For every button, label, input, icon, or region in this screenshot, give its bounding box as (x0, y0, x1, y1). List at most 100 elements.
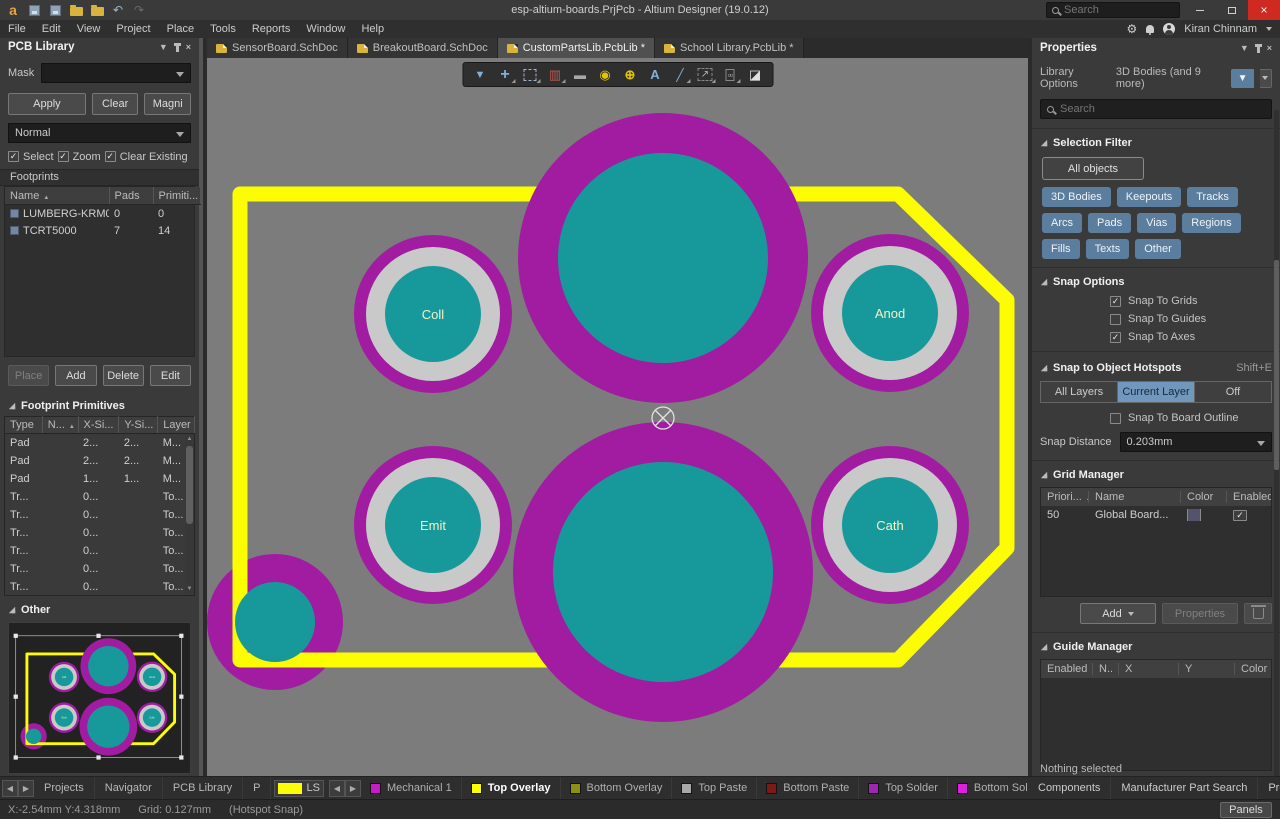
checkbox-icon[interactable] (1110, 332, 1121, 343)
scroll-up-icon[interactable]: ▲ (186, 435, 193, 444)
right-panel-tab[interactable]: Components (1028, 777, 1111, 799)
mask-dropdown[interactable] (41, 63, 191, 83)
column-name[interactable]: Name (5, 187, 109, 204)
column-layer[interactable]: Layer (158, 417, 195, 434)
edit-footprint-button[interactable]: Edit (150, 365, 191, 386)
checkbox-icon[interactable] (8, 151, 19, 162)
selection-filter-chip[interactable]: Tracks (1187, 187, 1238, 207)
column-x[interactable]: X (1119, 663, 1179, 675)
primitive-row[interactable]: Tr... 0... To... (5, 506, 195, 524)
save-all-icon[interactable] (48, 4, 62, 17)
menu-item[interactable]: File (0, 23, 34, 35)
column-n[interactable]: N... (42, 417, 78, 434)
selection-filter-chip[interactable]: Pads (1088, 213, 1131, 233)
hotspot-scope-segment[interactable]: Off (1195, 382, 1271, 402)
pad-emit[interactable]: Emit (354, 446, 512, 604)
pin-icon[interactable] (1257, 44, 1260, 53)
pad-icon[interactable] (593, 64, 617, 85)
column-ysize[interactable]: Y-Si... (119, 417, 158, 434)
open-folder-icon[interactable] (69, 4, 83, 17)
all-objects-button[interactable]: All objects (1042, 157, 1144, 180)
board-insight-icon[interactable] (543, 64, 567, 85)
component-icon[interactable] (568, 64, 592, 85)
column-pads[interactable]: Pads (109, 187, 153, 204)
column-y[interactable]: Y (1179, 663, 1235, 675)
panel-tab[interactable]: PCB Library (163, 777, 243, 799)
footprints-header[interactable]: Footprints (0, 169, 199, 187)
redo-icon[interactable]: ↷ (132, 4, 146, 17)
pcb-canvas[interactable]: Coll Anod Emit Cath (207, 58, 1028, 776)
layer-tabs-left-icon[interactable]: ◀ (329, 780, 345, 797)
snap-options-header[interactable]: Snap Options (1040, 276, 1272, 288)
undo-icon[interactable]: ↶ (111, 4, 125, 17)
board-outline-checkbox[interactable]: Snap To Board Outline (1110, 412, 1280, 424)
column-n[interactable]: N.. (1093, 663, 1119, 675)
notifications-icon[interactable] (1146, 25, 1154, 33)
document-tab[interactable]: CustomPartsLib.PcbLib * (498, 38, 655, 58)
selection-filter-chip[interactable]: Vias (1137, 213, 1176, 233)
add-grid-button[interactable]: Add (1080, 603, 1156, 624)
checkbox-icon[interactable] (105, 151, 116, 162)
magnify-button[interactable]: Magni (144, 93, 191, 115)
via-icon[interactable] (618, 64, 642, 85)
menu-item[interactable]: Tools (202, 23, 244, 35)
save-icon[interactable] (27, 4, 41, 17)
layer-tab[interactable]: Top Paste (672, 777, 757, 799)
checkbox-icon[interactable] (58, 151, 69, 162)
dimension-icon[interactable] (718, 64, 742, 85)
layer-tab[interactable]: Bottom Overlay (561, 777, 673, 799)
layer-tab[interactable]: Top Solder (859, 777, 948, 799)
layer-tabs-right-icon[interactable]: ▶ (345, 780, 361, 797)
layer-tab[interactable]: Top Overlay (462, 777, 561, 799)
grid-color-swatch[interactable] (1187, 509, 1201, 521)
checkbox-icon[interactable] (1110, 296, 1121, 307)
properties-scrollbar[interactable] (1274, 110, 1279, 776)
checkbox-icon[interactable] (1110, 413, 1121, 424)
menu-item[interactable]: View (69, 23, 109, 35)
library-option-checkbox[interactable]: Zoom (58, 151, 101, 163)
column-priority[interactable]: Priori... (1041, 491, 1089, 503)
layer-tab[interactable]: Mechanical 1 (361, 777, 462, 799)
selection-filter-header[interactable]: Selection Filter (1040, 137, 1272, 149)
grid-row[interactable]: 50 Global Board... (1041, 506, 1271, 524)
grid-manager-header[interactable]: Grid Manager (1040, 469, 1272, 481)
apply-button[interactable]: Apply (8, 93, 86, 115)
measure-icon[interactable] (693, 64, 717, 85)
corner-pad-hole[interactable] (235, 582, 315, 662)
selection-filter-chip[interactable]: Other (1135, 239, 1181, 259)
scroll-down-icon[interactable]: ▼ (186, 585, 193, 594)
filter-dropdown-icon[interactable] (1260, 69, 1272, 88)
top-center-pad[interactable] (518, 113, 808, 403)
search-input[interactable] (1064, 4, 1164, 16)
user-name[interactable]: Kiran Chinnam (1184, 23, 1257, 35)
column-primitives[interactable]: Primiti... (153, 187, 200, 204)
document-tab[interactable]: School Library.PcbLib * (655, 38, 804, 58)
altium-logo-icon[interactable]: a (6, 4, 20, 17)
bottom-center-pad[interactable] (513, 422, 813, 722)
layer-set-selector[interactable]: LS (274, 780, 323, 797)
checkbox-icon[interactable] (1233, 510, 1247, 521)
other-header[interactable]: Other (8, 604, 191, 616)
hotspot-scope-segment[interactable]: All Layers (1041, 382, 1118, 402)
global-search[interactable] (1046, 2, 1180, 18)
properties-search-input[interactable] (1060, 103, 1240, 115)
column-xsize[interactable]: X-Si... (78, 417, 119, 434)
filter-icon[interactable]: ▼ (1231, 69, 1253, 88)
close-panel-icon[interactable]: × (186, 42, 191, 52)
checkbox-icon[interactable] (1110, 314, 1121, 325)
selection-filter-chip[interactable]: Arcs (1042, 213, 1082, 233)
primitive-row[interactable]: Tr... 0... To... (5, 542, 195, 560)
footprint-primitives-header[interactable]: Footprint Primitives (8, 400, 191, 412)
restore-button[interactable] (1216, 0, 1248, 20)
mode-dropdown[interactable]: Normal (8, 123, 191, 143)
filter-scope-label[interactable]: 3D Bodies (and 9 more) (1116, 66, 1225, 90)
footprint-row[interactable]: LUMBERG-KRM08 0 0 (5, 204, 200, 222)
panel-tab[interactable]: Navigator (95, 777, 163, 799)
panel-menu-icon[interactable]: ▼ (159, 42, 168, 52)
gear-icon[interactable]: ⚙ (1126, 22, 1137, 36)
document-tab[interactable]: SensorBoard.SchDoc (207, 38, 348, 58)
filter-icon[interactable] (468, 64, 492, 85)
active-layer-icon[interactable] (743, 64, 767, 85)
menu-item[interactable]: Window (298, 23, 353, 35)
snap-option-checkbox[interactable]: Snap To Grids (1110, 295, 1280, 307)
